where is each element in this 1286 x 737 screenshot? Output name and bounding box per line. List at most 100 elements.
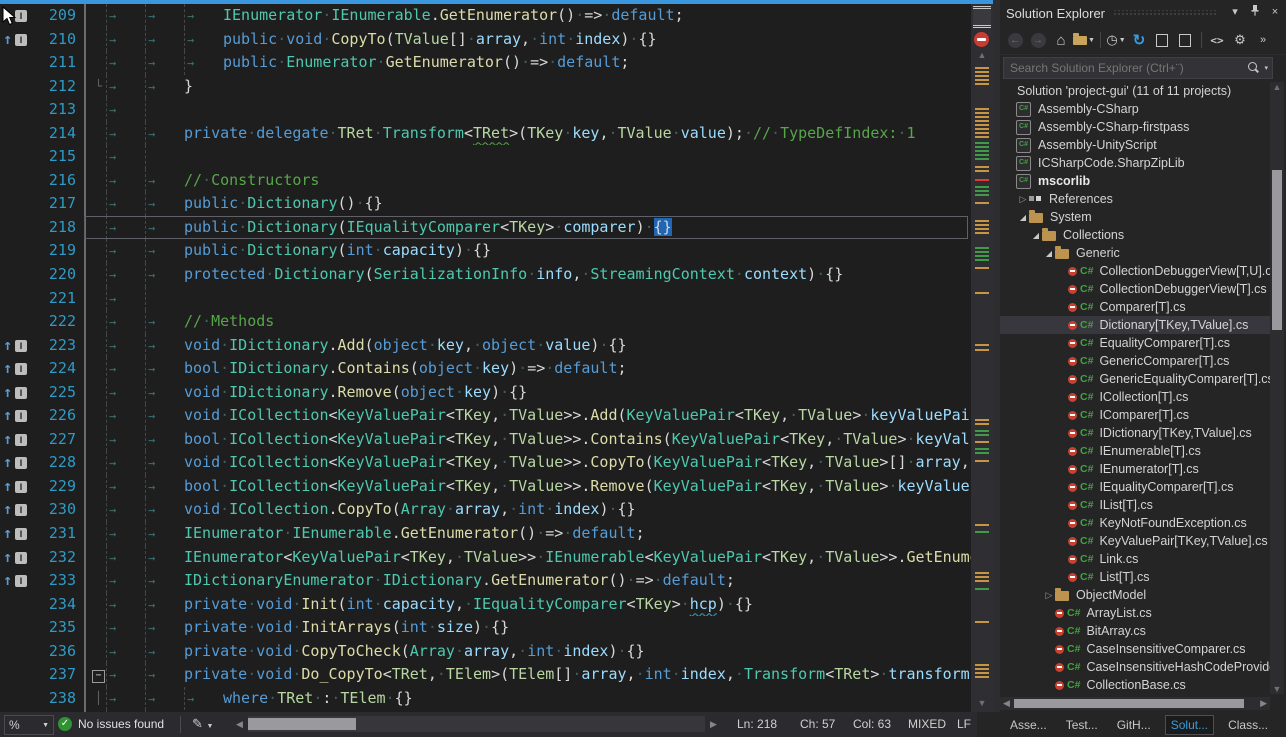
scroll-right-arrow-icon[interactable]: ▶: [710, 719, 717, 730]
expanded-arrow-icon[interactable]: ◢: [1017, 213, 1029, 222]
search-input[interactable]: [1004, 61, 1246, 75]
implements-interface-icon[interactable]: ↑I: [0, 357, 34, 381]
navigate-forward-button-icon[interactable]: →: [1027, 30, 1049, 50]
tree-horizontal-scrollbar[interactable]: ◀ ▶: [1000, 697, 1270, 710]
pending-changes-filter-button-icon[interactable]: ◷▼: [1105, 30, 1127, 50]
search-icon[interactable]: [1246, 61, 1260, 75]
tree-item[interactable]: C#Comparer[T].cs: [1000, 298, 1270, 316]
scrollbar-thumb[interactable]: [1272, 170, 1282, 330]
implements-interface-icon[interactable]: ↑I: [0, 334, 34, 358]
code-line[interactable]: 213→: [0, 98, 971, 122]
code-line[interactable]: 236→→private·void·CopyToCheck(Array·arra…: [0, 640, 971, 664]
tree-item[interactable]: C#BitArray.cs: [1000, 622, 1270, 640]
code-line[interactable]: ↑I224→→bool·IDictionary.Contains(object·…: [0, 357, 971, 381]
implements-interface-icon[interactable]: ↑I: [0, 381, 34, 405]
tree-item[interactable]: C#mscorlib: [1000, 172, 1270, 190]
tree-item[interactable]: C#GenericEqualityComparer[T].cs: [1000, 370, 1270, 388]
tree-item[interactable]: C#Assembly-CSharp-firstpass: [1000, 118, 1270, 136]
view-code-button-icon[interactable]: <>: [1206, 30, 1228, 50]
code-line[interactable]: ↑I230→→void·ICollection.CopyTo(Array·arr…: [0, 498, 971, 522]
code-line[interactable]: ↑I233→→IDictionaryEnumerator·IDictionary…: [0, 569, 971, 593]
code-line[interactable]: 222→→//·Methods: [0, 310, 971, 334]
implements-interface-icon[interactable]: ↑I: [0, 546, 34, 570]
panel-tab[interactable]: GitH...: [1112, 716, 1156, 734]
preview-selected-items-button-icon[interactable]: [1174, 30, 1196, 50]
implements-interface-icon[interactable]: ↑I: [0, 28, 34, 52]
tree-item[interactable]: C#ICollection[T].cs: [1000, 388, 1270, 406]
code-line[interactable]: ↑I232→→IEnumerator<KeyValuePair<TKey,·TV…: [0, 546, 971, 570]
scroll-down-arrow-icon[interactable]: ▼: [1270, 684, 1284, 694]
tree-item[interactable]: C#IEnumerable[T].cs: [1000, 442, 1270, 460]
tree-item[interactable]: ▷ObjectModel: [1000, 586, 1270, 604]
scroll-left-arrow-icon[interactable]: ◀: [236, 719, 243, 730]
expanded-arrow-icon[interactable]: ◢: [1043, 249, 1055, 258]
code-line[interactable]: ↑I228→→void·ICollection<KeyValuePair<TKe…: [0, 451, 971, 475]
tree-item[interactable]: C#EqualityComparer[T].cs: [1000, 334, 1270, 352]
implements-interface-icon[interactable]: ↑I: [0, 404, 34, 428]
tree-item[interactable]: C#Link.cs: [1000, 550, 1270, 568]
tree-item[interactable]: C#IDictionary[TKey,TValue].cs: [1000, 424, 1270, 442]
tree-item[interactable]: ◢System: [1000, 208, 1270, 226]
panel-splitter[interactable]: [993, 0, 1000, 712]
tree-item[interactable]: C#IEqualityComparer[T].cs: [1000, 478, 1270, 496]
tree-item[interactable]: C#ICSharpCode.SharpZipLib: [1000, 154, 1270, 172]
formatting-pen-icon[interactable]: ✎ ▼: [192, 716, 213, 732]
tree-item[interactable]: C#ArrayList.cs: [1000, 604, 1270, 622]
editor-splitter-handle-icon[interactable]: [973, 6, 991, 28]
implements-interface-icon[interactable]: ↑I: [0, 569, 34, 593]
tree-item[interactable]: C#Dictionary[TKey,TValue].cs: [1000, 316, 1270, 334]
code-line[interactable]: ↑I225→→void·IDictionary.Remove(object·ke…: [0, 381, 971, 405]
refresh-button-icon[interactable]: ↻: [1128, 30, 1150, 50]
implements-interface-icon[interactable]: ↑I: [0, 428, 34, 452]
tree-item[interactable]: C#CollectionDebuggerView[T,U].cs: [1000, 262, 1270, 280]
code-line[interactable]: 211→→→public·Enumerator·GetEnumerator()·…: [0, 51, 971, 75]
implements-interface-icon[interactable]: ↑I: [0, 475, 34, 499]
expanded-arrow-icon[interactable]: ◢: [1030, 231, 1042, 240]
code-line[interactable]: 218→→public·Dictionary(IEqualityComparer…: [0, 216, 971, 240]
code-line[interactable]: 216→→//·Constructors: [0, 169, 971, 193]
code-line[interactable]: 234→→private·void·Init(int·capacity,·IEq…: [0, 593, 971, 617]
toolbar-overflow-button-icon[interactable]: »: [1252, 30, 1274, 50]
code-line[interactable]: ↑I209→→→IEnumerator·IEnumerable.GetEnume…: [0, 4, 971, 28]
code-line[interactable]: ↑I231→→IEnumerator·IEnumerable.GetEnumer…: [0, 522, 971, 546]
tree-item[interactable]: C#CollectionBase.cs: [1000, 676, 1270, 694]
tree-item[interactable]: ▷References: [1000, 190, 1270, 208]
implements-interface-icon[interactable]: ↑I: [0, 498, 34, 522]
scroll-down-arrow-icon[interactable]: ▼: [971, 698, 993, 708]
code-line[interactable]: ↑I223→→void·IDictionary.Add(object·key,·…: [0, 334, 971, 358]
panel-tab[interactable]: Test...: [1061, 716, 1103, 734]
tree-vertical-scrollbar[interactable]: ▲ ▼: [1270, 82, 1284, 694]
tree-item[interactable]: C#KeyNotFoundException.cs: [1000, 514, 1270, 532]
code-line[interactable]: 219→→public·Dictionary(int·capacity)·{}: [0, 239, 971, 263]
tree-item[interactable]: ◢Generic: [1000, 244, 1270, 262]
tree-item[interactable]: C#CaseInsensitiveComparer.cs: [1000, 640, 1270, 658]
scroll-up-arrow-icon[interactable]: ▲: [971, 50, 993, 60]
code-line[interactable]: 214→→private·delegate·TRet·Transform<TRe…: [0, 122, 971, 146]
code-line[interactable]: 221→: [0, 287, 971, 311]
tree-item[interactable]: C#Assembly-UnityScript: [1000, 136, 1270, 154]
tree-item[interactable]: C#CaseInsensitiveHashCodeProvider.cs: [1000, 658, 1270, 676]
code-line[interactable]: 217→→public·Dictionary()·{}: [0, 192, 971, 216]
collapse-all-button-icon[interactable]: [1151, 30, 1173, 50]
properties-button-icon[interactable]: ⚙: [1229, 30, 1251, 50]
implements-interface-icon[interactable]: ↑I: [0, 451, 34, 475]
tree-item[interactable]: C#List[T].cs: [1000, 568, 1270, 586]
scroll-right-arrow-icon[interactable]: ▶: [1260, 698, 1267, 709]
tree-item[interactable]: C#IList[T].cs: [1000, 496, 1270, 514]
editor-vertical-scrollbar[interactable]: ▲ ▼: [971, 4, 993, 712]
code-lines[interactable]: ↑I209→→→IEnumerator·IEnumerable.GetEnume…: [0, 4, 971, 712]
code-line[interactable]: 238│→→→where·TRet·:·TElem·{}: [0, 687, 971, 711]
tree-item[interactable]: C#IEnumerator[T].cs: [1000, 460, 1270, 478]
code-editor[interactable]: ↑I209→→→IEnumerator·IEnumerable.GetEnume…: [0, 0, 993, 712]
tree-item[interactable]: Solution 'project-gui' (11 of 11 project…: [1000, 82, 1270, 100]
navigate-back-button-icon[interactable]: ←: [1004, 30, 1026, 50]
window-position-chevron-icon[interactable]: ▾: [1226, 4, 1244, 22]
code-line[interactable]: ↑I210→→→public·void·CopyTo(TValue[]·arra…: [0, 28, 971, 52]
panel-tab[interactable]: Class...: [1223, 716, 1273, 734]
collapse-region-icon[interactable]: −: [92, 670, 105, 683]
code-line[interactable]: 237−→→private·void·Do_CopyTo<TRet,·TElem…: [0, 663, 971, 687]
code-line[interactable]: ↑I229→→bool·ICollection<KeyValuePair<TKe…: [0, 475, 971, 499]
code-line[interactable]: 215→: [0, 145, 971, 169]
tree-item[interactable]: C#IComparer[T].cs: [1000, 406, 1270, 424]
scrollbar-thumb[interactable]: [248, 718, 356, 730]
